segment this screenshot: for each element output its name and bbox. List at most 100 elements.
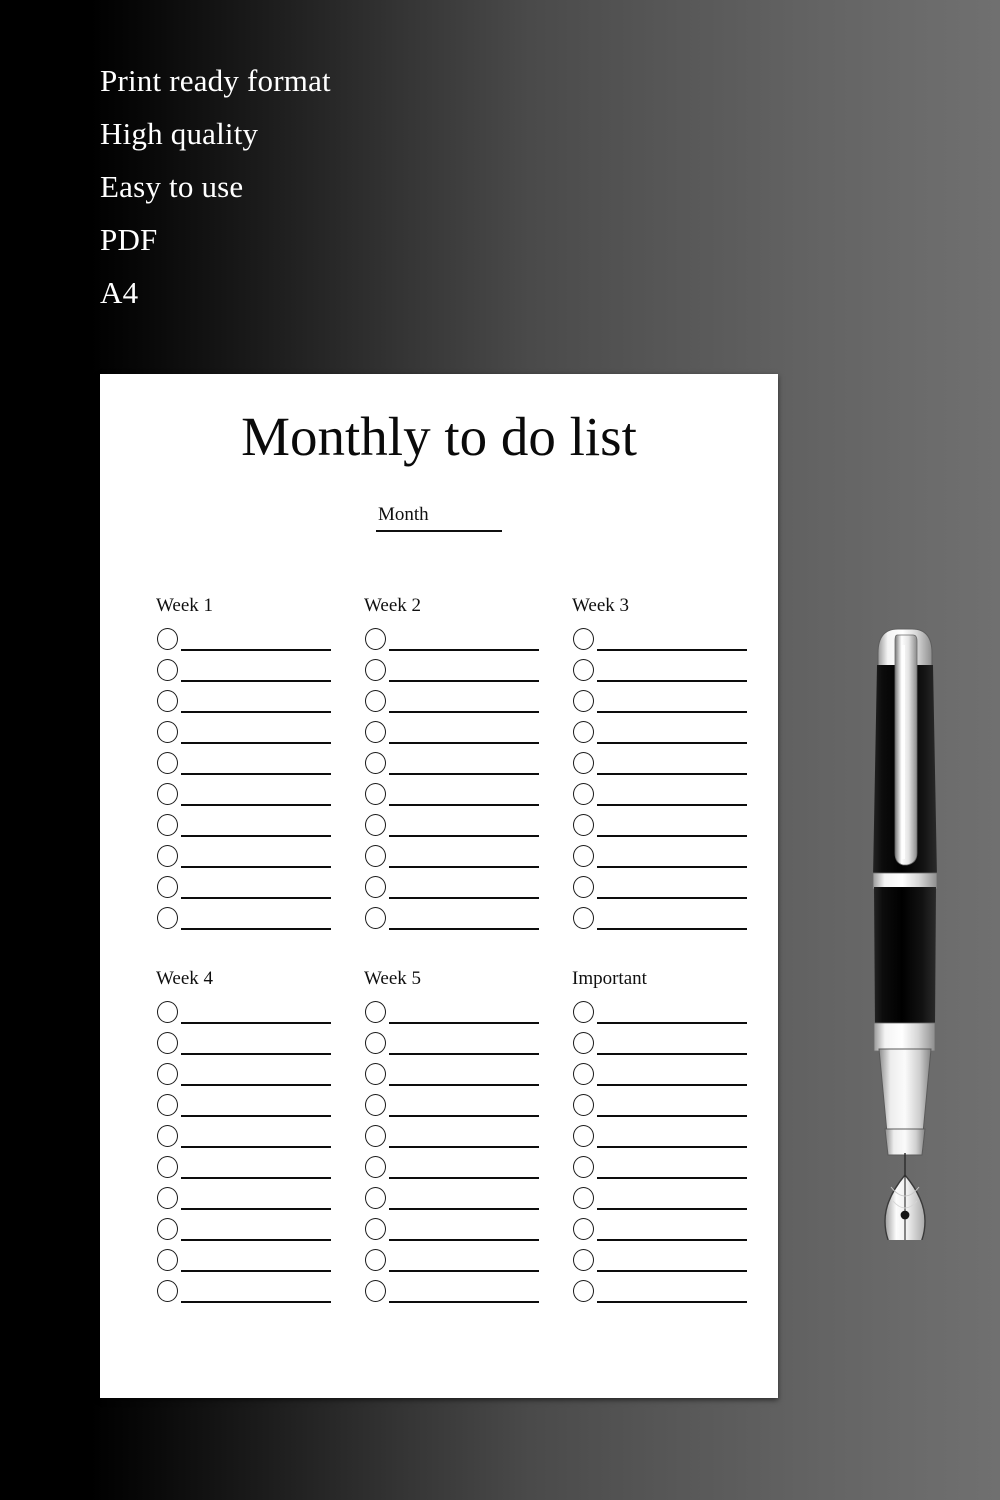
todo-checkbox-circle[interactable] bbox=[365, 1280, 386, 1302]
todo-write-line[interactable] bbox=[597, 835, 747, 837]
todo-write-line[interactable] bbox=[389, 1239, 539, 1241]
todo-checkbox-circle[interactable] bbox=[365, 752, 386, 774]
todo-checkbox-circle[interactable] bbox=[573, 721, 594, 743]
todo-row[interactable] bbox=[156, 689, 331, 720]
todo-checkbox-circle[interactable] bbox=[573, 1187, 594, 1209]
todo-checkbox-circle[interactable] bbox=[157, 814, 178, 836]
todo-checkbox-circle[interactable] bbox=[365, 1001, 386, 1023]
todo-write-line[interactable] bbox=[597, 1022, 747, 1024]
todo-write-line[interactable] bbox=[597, 742, 747, 744]
todo-write-line[interactable] bbox=[389, 804, 539, 806]
todo-write-line[interactable] bbox=[597, 649, 747, 651]
todo-write-line[interactable] bbox=[597, 866, 747, 868]
todo-write-line[interactable] bbox=[181, 866, 331, 868]
todo-row[interactable] bbox=[156, 813, 331, 844]
todo-write-line[interactable] bbox=[181, 1146, 331, 1148]
todo-row[interactable] bbox=[572, 658, 747, 689]
todo-checkbox-circle[interactable] bbox=[157, 1156, 178, 1178]
todo-write-line[interactable] bbox=[597, 897, 747, 899]
todo-write-line[interactable] bbox=[389, 742, 539, 744]
todo-row[interactable] bbox=[572, 1062, 747, 1093]
todo-row[interactable] bbox=[572, 1155, 747, 1186]
todo-row[interactable] bbox=[364, 1031, 539, 1062]
todo-row[interactable] bbox=[156, 1217, 331, 1248]
todo-checkbox-circle[interactable] bbox=[365, 783, 386, 805]
todo-write-line[interactable] bbox=[597, 1053, 747, 1055]
todo-write-line[interactable] bbox=[597, 1177, 747, 1179]
todo-row[interactable] bbox=[364, 1000, 539, 1031]
todo-checkbox-circle[interactable] bbox=[157, 1218, 178, 1240]
todo-write-line[interactable] bbox=[597, 1146, 747, 1148]
todo-checkbox-circle[interactable] bbox=[365, 1094, 386, 1116]
todo-row[interactable] bbox=[572, 813, 747, 844]
todo-write-line[interactable] bbox=[389, 835, 539, 837]
todo-row[interactable] bbox=[572, 720, 747, 751]
todo-row[interactable] bbox=[572, 1031, 747, 1062]
todo-write-line[interactable] bbox=[389, 1208, 539, 1210]
todo-checkbox-circle[interactable] bbox=[157, 845, 178, 867]
todo-checkbox-circle[interactable] bbox=[157, 752, 178, 774]
todo-write-line[interactable] bbox=[597, 1208, 747, 1210]
todo-checkbox-circle[interactable] bbox=[573, 783, 594, 805]
todo-write-line[interactable] bbox=[181, 1301, 331, 1303]
todo-checkbox-circle[interactable] bbox=[573, 876, 594, 898]
todo-row[interactable] bbox=[572, 844, 747, 875]
todo-checkbox-circle[interactable] bbox=[365, 845, 386, 867]
todo-checkbox-circle[interactable] bbox=[365, 1063, 386, 1085]
todo-row[interactable] bbox=[156, 658, 331, 689]
todo-write-line[interactable] bbox=[597, 928, 747, 930]
todo-write-line[interactable] bbox=[389, 1177, 539, 1179]
todo-write-line[interactable] bbox=[597, 773, 747, 775]
todo-write-line[interactable] bbox=[597, 1084, 747, 1086]
todo-row[interactable] bbox=[156, 844, 331, 875]
todo-checkbox-circle[interactable] bbox=[365, 628, 386, 650]
todo-write-line[interactable] bbox=[597, 1115, 747, 1117]
todo-write-line[interactable] bbox=[389, 1084, 539, 1086]
todo-row[interactable] bbox=[572, 906, 747, 937]
todo-write-line[interactable] bbox=[181, 1208, 331, 1210]
todo-checkbox-circle[interactable] bbox=[573, 1280, 594, 1302]
todo-row[interactable] bbox=[156, 1248, 331, 1279]
todo-row[interactable] bbox=[156, 1031, 331, 1062]
todo-write-line[interactable] bbox=[597, 804, 747, 806]
todo-checkbox-circle[interactable] bbox=[365, 1156, 386, 1178]
todo-write-line[interactable] bbox=[597, 711, 747, 713]
todo-write-line[interactable] bbox=[389, 1053, 539, 1055]
todo-checkbox-circle[interactable] bbox=[157, 1032, 178, 1054]
todo-checkbox-circle[interactable] bbox=[573, 1063, 594, 1085]
todo-write-line[interactable] bbox=[597, 1301, 747, 1303]
todo-write-line[interactable] bbox=[389, 1301, 539, 1303]
todo-row[interactable] bbox=[156, 720, 331, 751]
todo-row[interactable] bbox=[364, 782, 539, 813]
todo-row[interactable] bbox=[572, 1217, 747, 1248]
todo-checkbox-circle[interactable] bbox=[573, 690, 594, 712]
todo-checkbox-circle[interactable] bbox=[365, 1249, 386, 1271]
todo-row[interactable] bbox=[364, 875, 539, 906]
todo-checkbox-circle[interactable] bbox=[157, 1001, 178, 1023]
todo-write-line[interactable] bbox=[389, 1146, 539, 1148]
todo-checkbox-circle[interactable] bbox=[573, 845, 594, 867]
todo-checkbox-circle[interactable] bbox=[365, 1218, 386, 1240]
todo-checkbox-circle[interactable] bbox=[157, 721, 178, 743]
todo-checkbox-circle[interactable] bbox=[573, 1125, 594, 1147]
todo-write-line[interactable] bbox=[389, 773, 539, 775]
todo-write-line[interactable] bbox=[181, 897, 331, 899]
todo-checkbox-circle[interactable] bbox=[365, 814, 386, 836]
todo-checkbox-circle[interactable] bbox=[157, 1249, 178, 1271]
todo-write-line[interactable] bbox=[389, 866, 539, 868]
todo-row[interactable] bbox=[156, 782, 331, 813]
todo-checkbox-circle[interactable] bbox=[157, 628, 178, 650]
todo-row[interactable] bbox=[364, 627, 539, 658]
todo-checkbox-circle[interactable] bbox=[573, 1001, 594, 1023]
todo-write-line[interactable] bbox=[181, 773, 331, 775]
todo-row[interactable] bbox=[364, 751, 539, 782]
todo-write-line[interactable] bbox=[597, 1239, 747, 1241]
todo-write-line[interactable] bbox=[389, 897, 539, 899]
todo-write-line[interactable] bbox=[181, 804, 331, 806]
todo-write-line[interactable] bbox=[389, 711, 539, 713]
todo-row[interactable] bbox=[364, 813, 539, 844]
todo-row[interactable] bbox=[156, 1062, 331, 1093]
todo-write-line[interactable] bbox=[181, 928, 331, 930]
todo-write-line[interactable] bbox=[389, 1022, 539, 1024]
todo-row[interactable] bbox=[364, 1093, 539, 1124]
